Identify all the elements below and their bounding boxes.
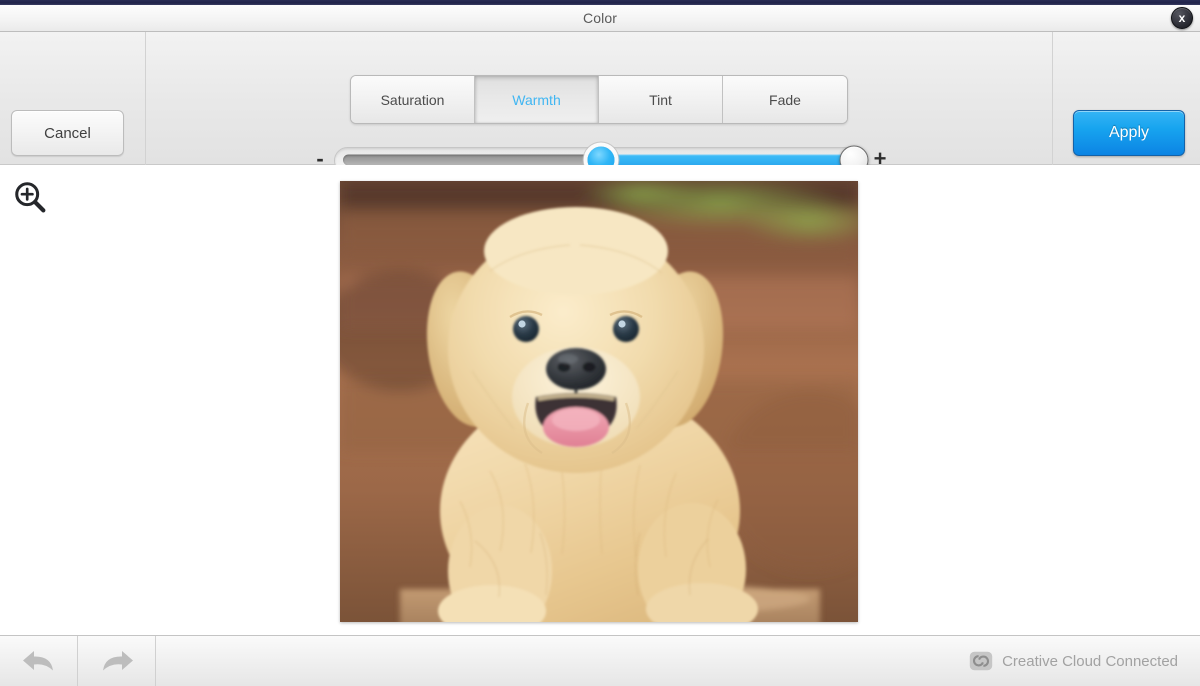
close-icon: x: [1178, 11, 1186, 25]
creative-cloud-icon: [969, 651, 993, 671]
image-preview[interactable]: [340, 181, 858, 622]
creative-cloud-status-label: Creative Cloud Connected: [1002, 652, 1178, 670]
apply-button[interactable]: Apply: [1073, 110, 1185, 156]
undo-button[interactable]: [0, 636, 78, 686]
cancel-button[interactable]: Cancel: [11, 110, 124, 156]
undo-arrow-icon: [22, 651, 53, 671]
panel-divider-right: [1052, 32, 1053, 165]
title-bar: Color x: [0, 5, 1200, 32]
redo-arrow-icon: [102, 651, 133, 671]
bottom-toolbar: Creative Cloud Connected: [0, 635, 1200, 686]
panel-divider-left: [145, 32, 146, 165]
tab-tint[interactable]: Tint: [599, 76, 723, 123]
tab-fade[interactable]: Fade: [723, 76, 847, 123]
close-button[interactable]: x: [1171, 7, 1193, 29]
creative-cloud-status: Creative Cloud Connected: [969, 636, 1178, 686]
slider-fill: [601, 154, 854, 166]
canvas-area: [0, 165, 1200, 635]
tab-saturation[interactable]: Saturation: [351, 76, 475, 123]
tab-warmth[interactable]: Warmth: [475, 76, 599, 123]
window-title: Color: [583, 10, 617, 26]
adjustment-tab-group: Saturation Warmth Tint Fade: [350, 75, 848, 124]
puppy-photo: [340, 181, 858, 622]
color-editor-window: Color x Cancel Apply Saturation Warmth T…: [0, 0, 1200, 686]
zoom-in-magnifier-icon[interactable]: [12, 179, 50, 217]
redo-button[interactable]: [78, 636, 156, 686]
control-panel: Cancel Apply Saturation Warmth Tint Fade…: [0, 32, 1200, 175]
